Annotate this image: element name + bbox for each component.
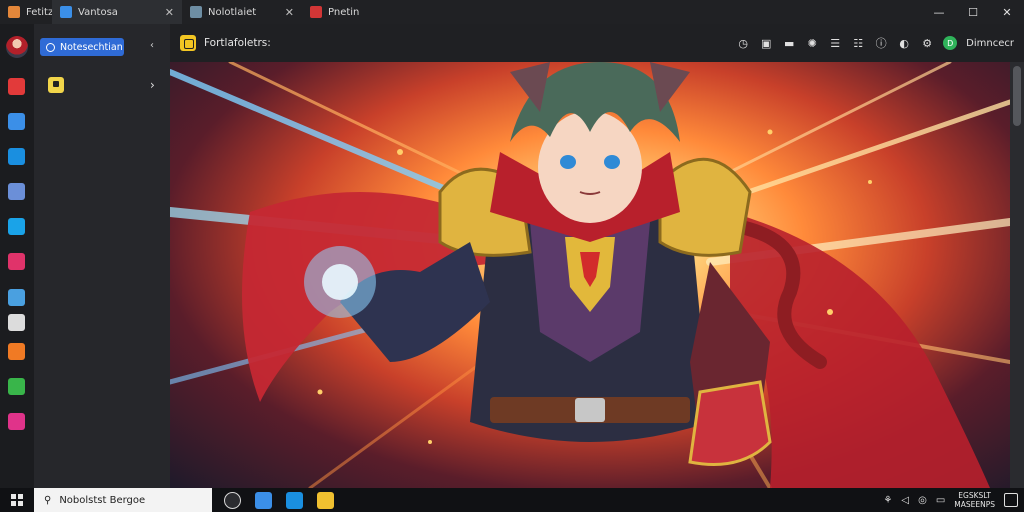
document-icon[interactable] <box>8 113 25 130</box>
chat-icon[interactable] <box>224 491 241 509</box>
tab-2-active[interactable]: Vantosa ✕ <box>52 0 182 24</box>
info-icon[interactable]: ⓘ <box>874 36 888 50</box>
volume-icon[interactable]: ◁ <box>901 495 909 506</box>
notification-icon[interactable] <box>1004 493 1018 507</box>
share-icon[interactable]: ✺ <box>805 36 819 50</box>
tab-strip: Fetitz Vantosa ✕ Nolotlaiet ✕ Pnetin — ☐… <box>0 0 1024 24</box>
tab-1[interactable]: Fetitz <box>0 0 54 24</box>
red-shield-icon[interactable] <box>8 78 25 95</box>
profile-ring-icon <box>46 42 55 52</box>
location-icon[interactable]: ◐ <box>897 36 911 50</box>
tab-3-favicon <box>190 6 202 18</box>
glowing-hand-core <box>322 264 358 300</box>
belt-buckle <box>575 398 605 422</box>
battery-icon[interactable]: ▭ <box>936 495 945 506</box>
close-window-icon[interactable]: ✕ <box>990 0 1024 24</box>
side-panel <box>34 24 170 488</box>
list-icon[interactable] <box>8 314 25 331</box>
menu-icon[interactable]: ☰ <box>828 36 842 50</box>
clock[interactable]: EGSKSLT MASEENPS <box>954 491 995 509</box>
minimize-icon[interactable]: — <box>922 0 956 24</box>
search-icon: ⚲ <box>44 494 52 506</box>
clock-line-1: EGSKSLT <box>958 491 991 500</box>
window-controls: — ☐ ✕ <box>922 0 1024 24</box>
search-placeholder: Nobolstst Bergoe <box>59 494 146 506</box>
scroll-thumb[interactable] <box>1013 66 1021 126</box>
scrollbar[interactable] <box>1010 62 1024 488</box>
right-eye <box>604 155 620 169</box>
taskbar-search[interactable]: ⚲ Nobolstst Bergoe <box>34 488 212 512</box>
tab-4-favicon <box>310 6 322 18</box>
panel-collapse-chevron-icon[interactable]: ‹ <box>150 40 154 51</box>
taskbar: ⚲ Nobolstst Bergoe ⚘ ◁ ◎ ▭ EGSKSLT MASEE… <box>0 488 1024 512</box>
media-icon[interactable]: ▬ <box>782 36 796 50</box>
file-icon[interactable] <box>8 183 25 200</box>
avatar[interactable] <box>6 36 28 58</box>
system-tray: ⚘ ◁ ◎ ▭ EGSKSLT MASEENPS <box>883 491 1024 509</box>
clock-line-2: MASEENPS <box>954 500 995 509</box>
profile-button[interactable]: Notesechtian <box>40 38 124 56</box>
history-icon[interactable]: ◷ <box>736 36 750 50</box>
blue-app-icon[interactable] <box>8 218 25 235</box>
user-name[interactable]: Dimncecr <box>966 38 1014 49</box>
store-icon[interactable] <box>286 491 303 509</box>
panel-item-icon[interactable] <box>48 77 64 93</box>
tab-4[interactable]: Pnetin <box>302 0 422 24</box>
tab-2-favicon <box>60 6 72 18</box>
tab-3-close-icon[interactable]: ✕ <box>285 6 294 19</box>
page-toolbar: Fortlafoletrs: ◷ ▣ ▬ ✺ ☰ ☷ ⓘ ◐ ⚙ D Dimnc… <box>170 24 1024 62</box>
tab-1-favicon <box>8 6 20 18</box>
network-icon[interactable]: ◎ <box>918 495 927 506</box>
site-icon <box>180 35 196 51</box>
game-icon[interactable] <box>317 491 334 509</box>
people-icon[interactable]: ⚘ <box>883 495 892 506</box>
main-artwork <box>170 62 1010 488</box>
profile-button-label: Notesechtian <box>60 41 123 53</box>
left-eye <box>560 155 576 169</box>
tab-3[interactable]: Nolotlaiet ✕ <box>182 0 302 24</box>
tab-3-label: Nolotlaiet <box>208 6 257 18</box>
green-app-icon[interactable] <box>8 378 25 395</box>
tab-2-label: Vantosa <box>78 6 118 18</box>
edge-icon[interactable] <box>8 148 25 165</box>
settings-icon[interactable]: ⚙ <box>920 36 934 50</box>
extension-icon[interactable]: ▣ <box>759 36 773 50</box>
start-button[interactable] <box>0 488 34 512</box>
toolbar-actions: ◷ ▣ ▬ ✺ ☰ ☷ ⓘ ◐ ⚙ D Dimncecr <box>736 36 1014 50</box>
right-gauntlet <box>688 380 772 466</box>
file-explorer-icon[interactable] <box>255 491 272 509</box>
taskbar-apps <box>224 491 334 509</box>
pink-app-icon[interactable] <box>8 253 25 270</box>
page-title: Fortlafoletrs: <box>204 37 271 49</box>
windows-logo-icon <box>11 494 23 506</box>
monitor-icon[interactable] <box>8 289 25 306</box>
panel-item-chevron-icon[interactable]: › <box>150 78 155 92</box>
artwork-illustration <box>170 62 1010 488</box>
reader-icon[interactable]: ☷ <box>851 36 865 50</box>
tab-2-close-icon[interactable]: ✕ <box>165 6 174 19</box>
user-avatar[interactable]: D <box>943 36 958 50</box>
tab-1-label: Fetitz <box>26 6 54 18</box>
magenta-app-icon[interactable] <box>8 413 25 430</box>
tab-4-label: Pnetin <box>328 6 360 18</box>
orange-app-icon[interactable] <box>8 343 25 360</box>
maximize-icon[interactable]: ☐ <box>956 0 990 24</box>
